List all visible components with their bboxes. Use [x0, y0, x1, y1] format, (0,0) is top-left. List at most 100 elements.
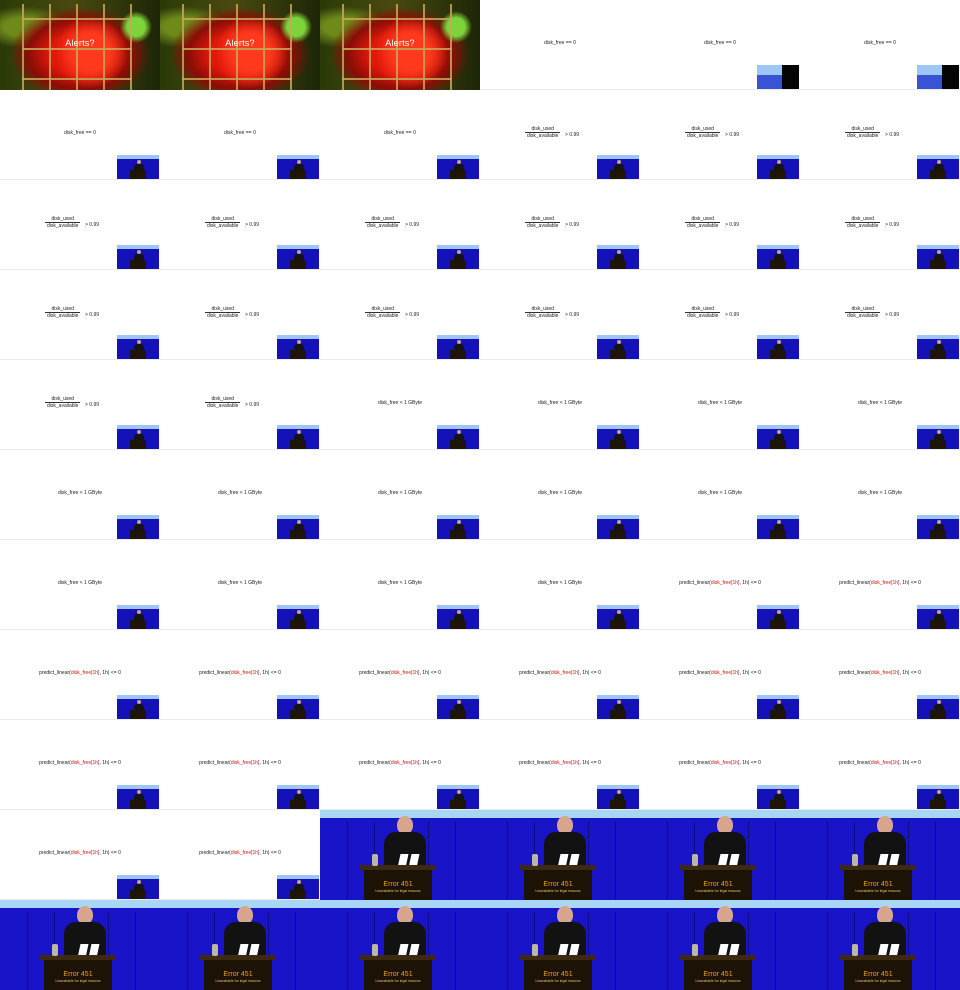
- thumbnail[interactable]: Alerts?: [160, 0, 320, 90]
- thumbnail[interactable]: predict_linear(disk_free[1h], 1h) <= 0: [320, 630, 480, 720]
- thumbnail[interactable]: disk_used disk_available > 0.99: [320, 270, 480, 360]
- inset-lectern: [290, 440, 306, 449]
- thumbnail[interactable]: disk_free < 1 GByte: [640, 450, 800, 540]
- thumbnail[interactable]: disk_free < 1 GByte: [480, 450, 640, 540]
- thumbnail[interactable]: predict_linear(disk_free[1h], 1h) <= 0: [800, 540, 960, 630]
- thumbnail[interactable]: disk_used disk_available > 0.99: [480, 270, 640, 360]
- thumbnail[interactable]: predict_linear(disk_free[1h], 1h) <= 0: [0, 720, 160, 810]
- thumbnail[interactable]: disk_free < 1 GByte: [800, 450, 960, 540]
- alert-expression: disk_free < 1 GByte: [217, 580, 263, 586]
- thumbnail[interactable]: predict_linear(disk_free[1h], 1h) <= 0: [640, 630, 800, 720]
- thumbnail[interactable]: predict_linear(disk_free[1h], 1h) <= 0: [160, 810, 320, 900]
- thumbnail[interactable]: disk_used disk_available > 0.99: [800, 180, 960, 270]
- thumbnail[interactable]: disk_used disk_available > 0.99: [0, 180, 160, 270]
- lectern-brand: Error 451: [63, 971, 93, 978]
- thumbnail[interactable]: Error 451 Unavailable for legal reasons: [480, 810, 640, 900]
- thumbnail[interactable]: disk_used disk_available > 0.99: [800, 90, 960, 180]
- thumbnail[interactable]: predict_linear(disk_free[1h], 1h) <= 0: [320, 720, 480, 810]
- alarm-light-photo: Alerts?: [0, 0, 160, 90]
- thumbnail[interactable]: predict_linear(disk_free[1h], 1h) <= 0: [0, 810, 160, 900]
- thumbnail[interactable]: disk_free == 0: [640, 0, 800, 90]
- thumbnail[interactable]: Error 451 Unavailable for legal reasons: [160, 900, 320, 990]
- expression-condition: , 1h) <= 0: [899, 760, 921, 766]
- thumbnail[interactable]: disk_used disk_available > 0.99: [320, 180, 480, 270]
- thumbnail[interactable]: Error 451 Unavailable for legal reasons: [320, 900, 480, 990]
- thumbnail[interactable]: disk_used disk_available > 0.99: [0, 360, 160, 450]
- thumbnail[interactable]: disk_used disk_available > 0.99: [480, 180, 640, 270]
- thumbnail[interactable]: predict_linear(disk_free[1h], 1h) <= 0: [640, 540, 800, 630]
- lectern-top: [40, 955, 116, 960]
- expression-condition: , 1h) <= 0: [739, 760, 761, 766]
- thumbnail[interactable]: disk_free < 1 GByte: [320, 360, 480, 450]
- thumbnail[interactable]: disk_free < 1 GByte: [480, 540, 640, 630]
- thumbnail[interactable]: disk_free < 1 GByte: [800, 360, 960, 450]
- thumbnail[interactable]: disk_used disk_available > 0.99: [160, 180, 320, 270]
- thumbnail[interactable]: disk_free < 1 GByte: [0, 540, 160, 630]
- expression-function: predict_linear(: [519, 760, 551, 766]
- expression-range: disk_free[1h]: [70, 670, 100, 676]
- fraction-denominator: disk_available: [47, 223, 79, 229]
- thumbnail[interactable]: disk_free == 0: [0, 90, 160, 180]
- expression-function: predict_linear(: [39, 760, 71, 766]
- thumbnail[interactable]: Error 451 Unavailable for legal reasons: [800, 900, 960, 990]
- lectern-tagline: Unavailable for legal reasons: [215, 979, 261, 983]
- thumbnail[interactable]: Alerts?: [0, 0, 160, 90]
- thumbnail[interactable]: disk_free < 1 GByte: [320, 450, 480, 540]
- thumbnail[interactable]: predict_linear(disk_free[1h], 1h) <= 0: [640, 720, 800, 810]
- speaker-video-inset: [277, 785, 319, 809]
- thumbnail[interactable]: disk_free == 0: [320, 90, 480, 180]
- thumbnail[interactable]: predict_linear(disk_free[1h], 1h) <= 0: [480, 720, 640, 810]
- thumbnail[interactable]: disk_free < 1 GByte: [160, 540, 320, 630]
- thumbnail[interactable]: predict_linear(disk_free[1h], 1h) <= 0: [160, 630, 320, 720]
- thumbnail[interactable]: disk_free == 0: [480, 0, 640, 90]
- fraction-numerator: disk_used: [45, 216, 81, 223]
- thumbnail[interactable]: disk_free < 1 GByte: [640, 360, 800, 450]
- inset-backdrop: [117, 875, 159, 879]
- thumbnail[interactable]: Error 451 Unavailable for legal reasons: [800, 810, 960, 900]
- thumbnail[interactable]: disk_free < 1 GByte: [0, 450, 160, 540]
- thumbnail[interactable]: disk_used disk_available > 0.99: [640, 180, 800, 270]
- speaker-video-inset: [757, 335, 799, 359]
- microphone-icon: [532, 854, 538, 866]
- expression-range: disk_free[1h]: [870, 760, 900, 766]
- alert-expression: predict_linear(disk_free[1h], 1h) <= 0: [0, 670, 160, 676]
- stage-panel: [455, 822, 456, 900]
- thumbnail[interactable]: disk_used disk_available > 0.99: [640, 90, 800, 180]
- thumbnail[interactable]: Error 451 Unavailable for legal reasons: [480, 900, 640, 990]
- thumbnail[interactable]: Error 451 Unavailable for legal reasons: [640, 900, 800, 990]
- inset-lectern: [770, 620, 786, 629]
- thumbnail[interactable]: disk_free < 1 GByte: [160, 450, 320, 540]
- thumbnail[interactable]: disk_used disk_available > 0.99: [0, 270, 160, 360]
- thumbnail[interactable]: predict_linear(disk_free[1h], 1h) <= 0: [800, 720, 960, 810]
- thumbnail[interactable]: Error 451 Unavailable for legal reasons: [640, 810, 800, 900]
- thumbnail[interactable]: disk_free == 0: [160, 90, 320, 180]
- inset-lectern: [930, 620, 946, 629]
- inset-backdrop: [757, 695, 799, 699]
- inset-backdrop: [917, 155, 959, 159]
- stage-panel: [187, 912, 188, 990]
- stage-frame: Error 451 Unavailable for legal reasons: [0, 900, 160, 990]
- thumbnail[interactable]: predict_linear(disk_free[1h], 1h) <= 0: [480, 630, 640, 720]
- thumbnail[interactable]: disk_used disk_available > 0.99: [160, 360, 320, 450]
- thumbnail[interactable]: disk_used disk_available > 0.99: [160, 270, 320, 360]
- expression-function: predict_linear(: [519, 670, 551, 676]
- thumbnail[interactable]: predict_linear(disk_free[1h], 1h) <= 0: [160, 720, 320, 810]
- thumbnail[interactable]: predict_linear(disk_free[1h], 1h) <= 0: [800, 630, 960, 720]
- alert-fraction: disk_used disk_available: [685, 306, 721, 319]
- thumbnail[interactable]: predict_linear(disk_free[1h], 1h) <= 0: [0, 630, 160, 720]
- thumbnail[interactable]: disk_free < 1 GByte: [320, 540, 480, 630]
- thumbnail[interactable]: Error 451 Unavailable for legal reasons: [320, 810, 480, 900]
- stage-panel: [935, 822, 936, 900]
- thumbnail[interactable]: Alerts?: [320, 0, 480, 90]
- thumbnail[interactable]: disk_free < 1 GByte: [480, 360, 640, 450]
- speaker-video-inset: [757, 605, 799, 629]
- inset-backdrop: [917, 245, 959, 249]
- inset-lectern: [930, 530, 946, 539]
- inset-backdrop: [757, 335, 799, 339]
- thumbnail[interactable]: disk_used disk_available > 0.99: [800, 270, 960, 360]
- thumbnail[interactable]: Error 451 Unavailable for legal reasons: [0, 900, 160, 990]
- thumbnail[interactable]: disk_used disk_available > 0.99: [640, 270, 800, 360]
- thumbnail[interactable]: disk_used disk_available > 0.99: [480, 90, 640, 180]
- thumbnail[interactable]: disk_free == 0: [800, 0, 960, 90]
- lectern-sign: Error 451 Unavailable for legal reasons: [364, 881, 432, 894]
